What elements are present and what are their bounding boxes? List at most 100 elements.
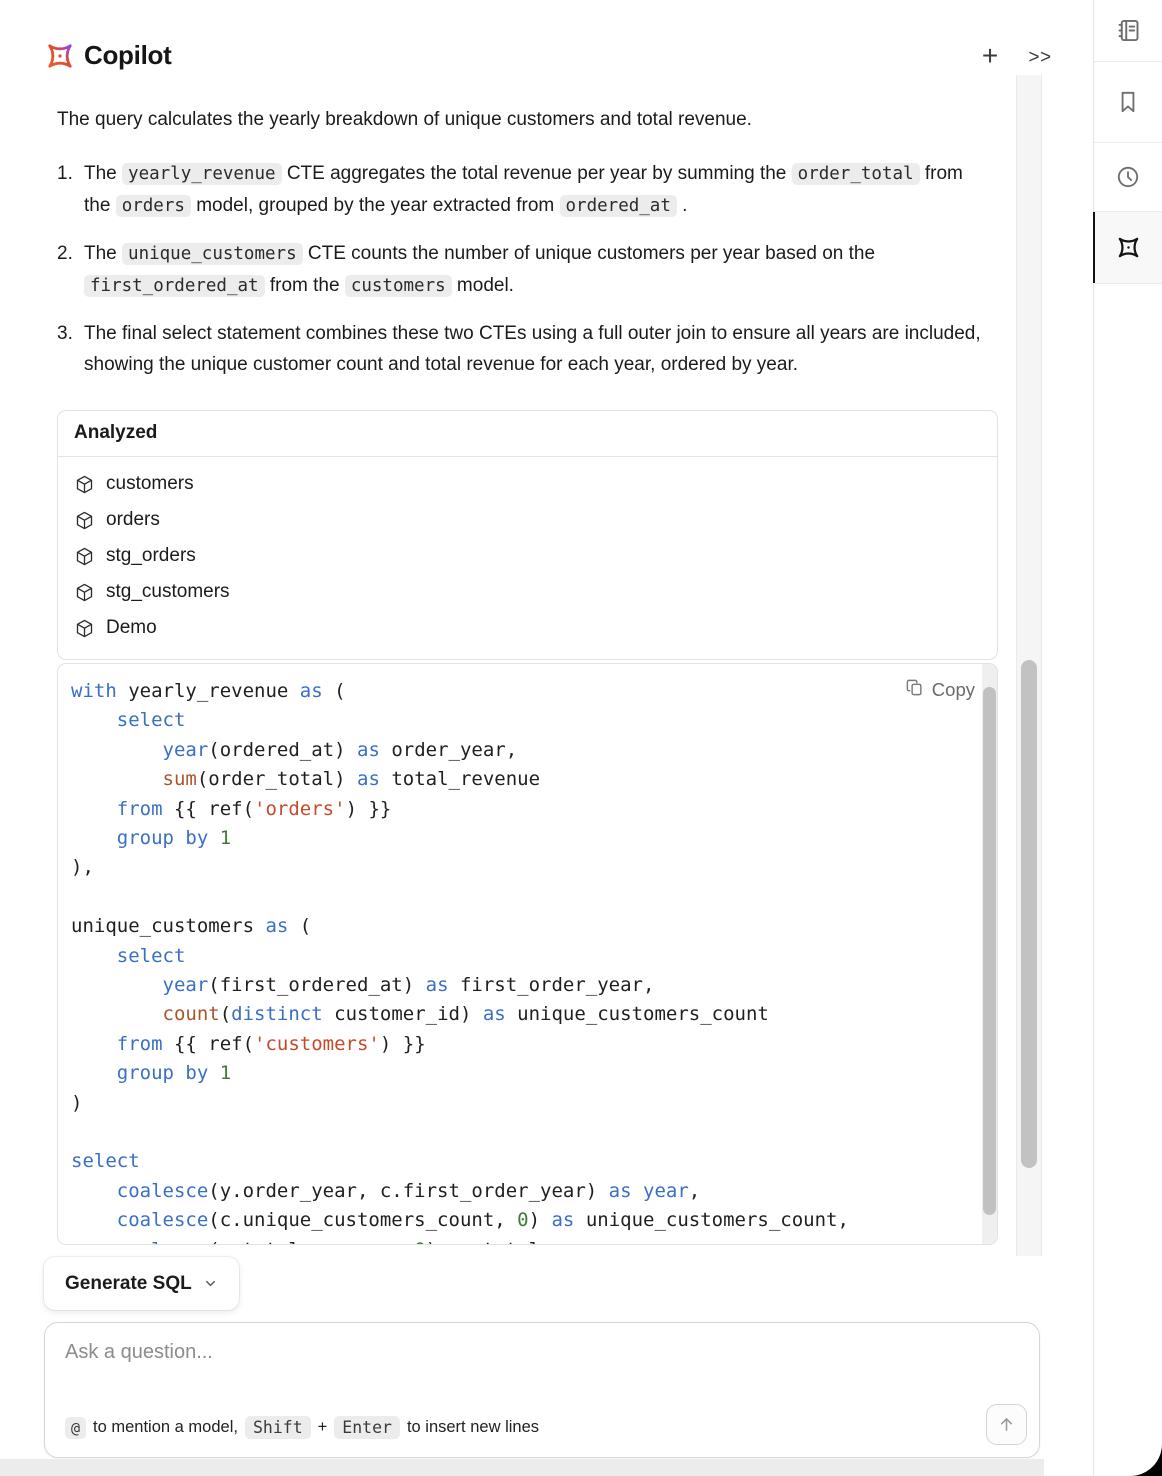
arrow-up-icon	[997, 1415, 1016, 1434]
code-line: coalesce(y.total_revenue, 0) as total_re…	[71, 1236, 982, 1245]
hint-text: to mention a model,	[93, 1418, 238, 1437]
code-line: )	[71, 1089, 982, 1118]
window-corner	[1116, 1430, 1162, 1476]
inline-code-chip: first_ordered_at	[84, 275, 265, 297]
sql-code-block: with yearly_revenue as ( select year(ord…	[57, 663, 998, 1245]
analyzed-panel-title: Analyzed	[58, 411, 997, 457]
code-line: from {{ ref('customers') }}	[71, 1030, 982, 1059]
model-name: stg_orders	[106, 545, 196, 567]
copy-icon	[905, 678, 924, 702]
sql-code: with yearly_revenue as ( select year(ord…	[58, 664, 982, 1245]
analyzed-model-row[interactable]: Demo	[74, 610, 981, 646]
key-chip: Enter	[334, 1416, 400, 1439]
text-segment: .	[677, 195, 688, 216]
panel-bottom-edge	[0, 1459, 1044, 1476]
inline-code-chip: order_total	[792, 163, 920, 185]
text-segment: The	[84, 163, 122, 184]
analyzed-model-row[interactable]: orders	[74, 502, 981, 538]
key-chip: Shift	[245, 1416, 311, 1439]
summary-text: The query calculates the yearly breakdow…	[57, 105, 987, 135]
analyzed-model-row[interactable]: stg_customers	[74, 574, 981, 610]
model-name: Demo	[106, 617, 157, 639]
code-line: ),	[71, 853, 982, 882]
model-cube-icon	[74, 582, 95, 603]
copy-label: Copy	[932, 679, 975, 701]
generate-sql-button[interactable]: Generate SQL	[44, 1257, 239, 1310]
bookmark-icon	[1115, 89, 1141, 115]
list-item: 1.The yearly_revenue CTE aggregates the …	[57, 158, 989, 222]
inline-code-chip: orders	[116, 195, 191, 217]
code-line	[71, 883, 982, 912]
code-line: from {{ ref('orders') }}	[71, 795, 982, 824]
list-item-number: 1.	[57, 158, 84, 222]
code-line: coalesce(c.unique_customers_count, 0) as…	[71, 1206, 982, 1235]
code-line: select	[71, 706, 982, 735]
code-line: sum(order_total) as total_revenue	[71, 765, 982, 794]
explanation-list: 1.The yearly_revenue CTE aggregates the …	[57, 158, 989, 396]
notebook-icon	[1115, 17, 1142, 44]
analyzed-model-row[interactable]: stg_orders	[74, 538, 981, 574]
list-item-number: 2.	[57, 238, 84, 302]
chevron-down-icon	[203, 1276, 218, 1291]
list-item-text: The unique_customers CTE counts the numb…	[84, 238, 989, 302]
inline-code-chip: yearly_revenue	[122, 163, 282, 185]
panel-scrollbar-thumb[interactable]	[1021, 660, 1037, 1168]
code-line: coalesce(y.order_year, c.first_order_yea…	[71, 1177, 982, 1206]
list-item-number: 3.	[57, 318, 84, 380]
code-line: group by 1	[71, 824, 982, 853]
list-item-text: The yearly_revenue CTE aggregates the to…	[84, 158, 989, 222]
history-clock-icon	[1115, 164, 1141, 190]
code-scrollbar-thumb[interactable]	[983, 687, 996, 1215]
hint-text: to insert new lines	[407, 1418, 539, 1437]
new-chat-button[interactable]: +	[972, 38, 1008, 74]
sidebar-item-bookmarks[interactable]	[1094, 62, 1162, 143]
code-line: select	[71, 942, 982, 971]
model-name: customers	[106, 473, 194, 495]
code-line: count(distinct customer_id) as unique_cu…	[71, 1000, 982, 1029]
list-item: 3.The final select statement combines th…	[57, 318, 989, 380]
ask-question-box: @ to mention a model, Shift + Enter to insert…	[44, 1322, 1040, 1458]
text-segment: model.	[452, 275, 514, 296]
analyzed-model-list: customers orders stg_orders stg_customers De…	[58, 457, 997, 659]
text-segment: CTE counts the number of unique customer…	[303, 243, 875, 264]
inline-code-chip: unique_customers	[122, 243, 303, 265]
inline-code-chip: customers	[345, 275, 452, 297]
page-title: Copilot	[84, 40, 171, 71]
text-segment: CTE aggregates the total revenue per yea…	[282, 163, 792, 184]
model-cube-icon	[74, 618, 95, 639]
copilot-icon	[1115, 234, 1142, 261]
model-name: orders	[106, 509, 160, 531]
submit-question-button[interactable]	[986, 1404, 1027, 1445]
text-segment: from the	[265, 275, 345, 296]
sidebar-item-copilot[interactable]	[1094, 212, 1162, 284]
code-line: year(first_ordered_at) as first_order_ye…	[71, 971, 982, 1000]
copilot-logo-icon	[44, 40, 76, 72]
ask-hint: @ to mention a model, Shift + Enter to insert…	[65, 1416, 539, 1439]
analyzed-model-row[interactable]: customers	[74, 466, 981, 502]
list-item-text: The final select statement combines thes…	[84, 318, 989, 380]
list-item: 2.The unique_customers CTE counts the nu…	[57, 238, 989, 302]
collapse-panel-button[interactable]: >>	[1022, 44, 1058, 72]
text-segment: The	[84, 243, 122, 264]
sidebar-item-notebook[interactable]	[1094, 0, 1162, 62]
code-line: group by 1	[71, 1059, 982, 1088]
model-cube-icon	[74, 546, 95, 567]
code-line	[71, 1118, 982, 1147]
code-line: year(ordered_at) as order_year,	[71, 736, 982, 765]
inline-code-chip: ordered_at	[560, 195, 677, 217]
hint-text: +	[318, 1418, 328, 1437]
ask-question-input[interactable]	[65, 1341, 865, 1387]
at-mention-chip: @	[65, 1417, 86, 1439]
model-cube-icon	[74, 510, 95, 531]
text-segment: model, grouped by the year extracted fro…	[191, 195, 560, 216]
text-segment: The final select statement combines thes…	[84, 323, 981, 375]
code-scrollbar[interactable]	[982, 664, 997, 1244]
code-line: with yearly_revenue as (	[71, 677, 982, 706]
code-line: unique_customers as (	[71, 912, 982, 941]
sidebar-item-history[interactable]	[1094, 143, 1162, 212]
model-cube-icon	[74, 474, 95, 495]
analyzed-panel: Analyzed customers orders stg_orders stg_cu…	[57, 410, 998, 660]
panel-scrollbar[interactable]	[1016, 75, 1042, 1256]
copy-button[interactable]: Copy	[905, 678, 975, 702]
model-name: stg_customers	[106, 581, 230, 603]
